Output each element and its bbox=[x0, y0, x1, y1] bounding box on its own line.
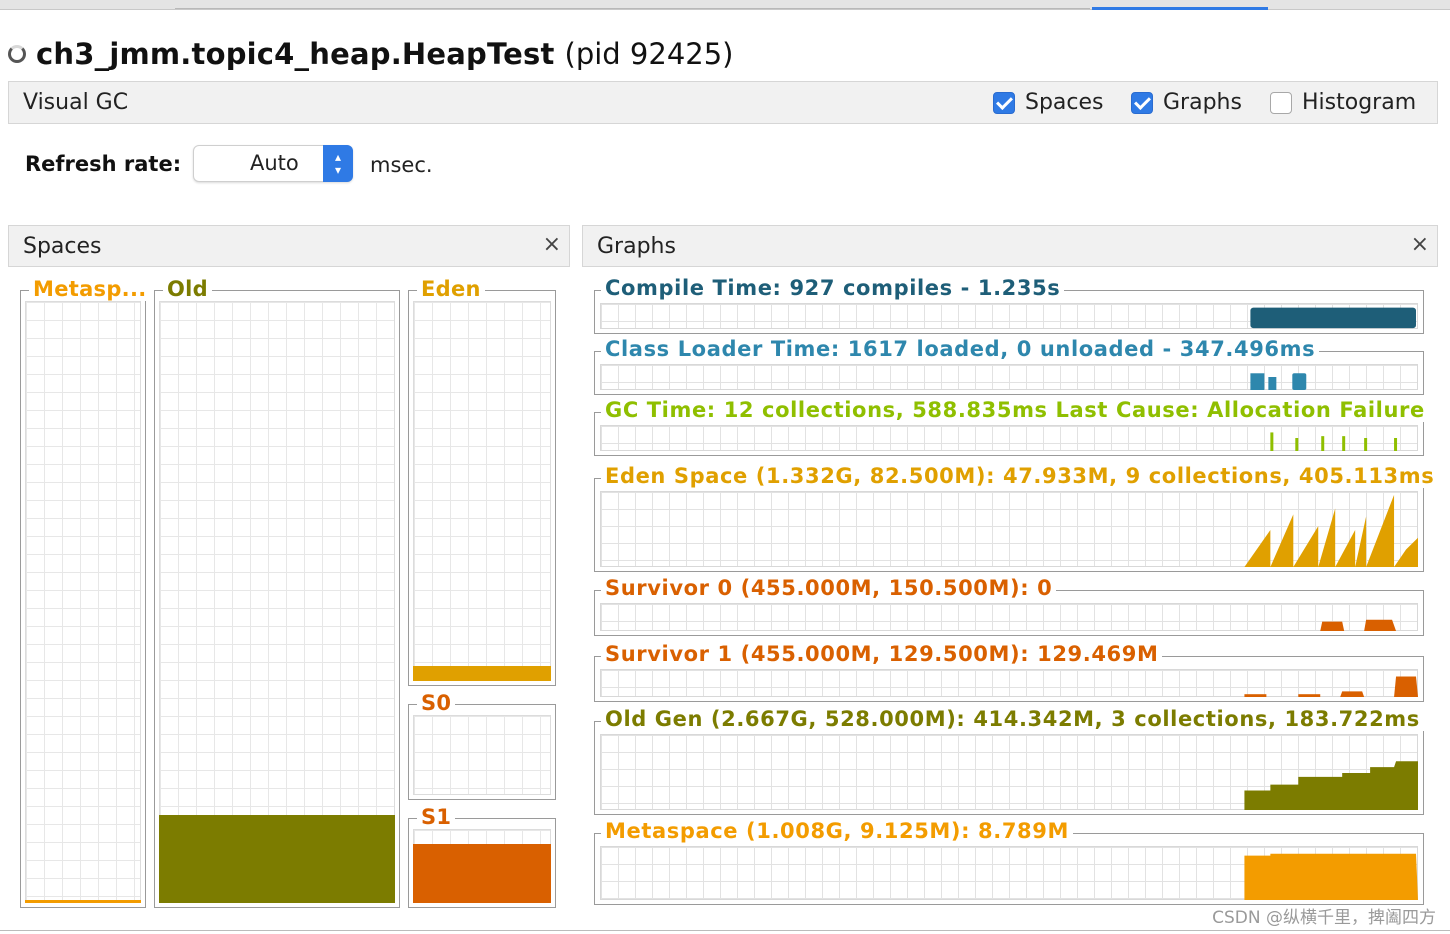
space-metaspace: Metasp... bbox=[20, 277, 151, 908]
classload-spike bbox=[1292, 373, 1307, 390]
graph-plot bbox=[1244, 494, 1418, 567]
checkbox-checked-icon[interactable] bbox=[993, 91, 1015, 114]
graphs-checkbox[interactable]: Graphs bbox=[1131, 90, 1242, 115]
metaspace-usage-area bbox=[1244, 853, 1418, 900]
histogram-checkbox-label: Histogram bbox=[1302, 90, 1417, 115]
graph-old-gen: Old Gen (2.667G, 528.000M): 414.342M, 3 … bbox=[594, 707, 1424, 815]
graph-plot bbox=[1320, 619, 1397, 631]
spaces-checkbox-label: Spaces bbox=[1025, 90, 1104, 115]
spaces-panel-title: Spaces bbox=[23, 234, 102, 259]
survivor0-usage-area bbox=[1320, 621, 1345, 631]
space-s1: S1 bbox=[408, 805, 556, 908]
histogram-checkbox[interactable]: Histogram bbox=[1270, 90, 1416, 115]
spaces-checkbox[interactable]: Spaces bbox=[993, 90, 1104, 115]
close-icon[interactable]: × bbox=[1411, 232, 1429, 257]
loading-spinner-icon bbox=[8, 45, 26, 63]
graph-label: Class Loader Time: 1617 loaded, 0 unload… bbox=[601, 337, 1320, 361]
graph-survivor-1: Survivor 1 (455.000M, 129.500M): 129.469… bbox=[594, 642, 1424, 702]
space-label: S1 bbox=[417, 805, 456, 829]
page-title: ch3_jmm.topic4_heap.HeapTest (pid 92425) bbox=[8, 34, 734, 74]
graph-plot bbox=[1270, 432, 1398, 451]
gc-spike bbox=[1364, 438, 1368, 451]
graph-label: Survivor 1 (455.000M, 129.500M): 129.469… bbox=[601, 642, 1163, 666]
space-label: Eden bbox=[417, 277, 485, 301]
space-label: Metasp... bbox=[29, 277, 151, 301]
gc-spike bbox=[1321, 436, 1325, 451]
visual-gc-toolbar: Visual GC Spaces Graphs Histogram bbox=[8, 81, 1438, 124]
space-fill bbox=[413, 844, 551, 903]
graph-plot bbox=[1244, 853, 1418, 900]
space-fill bbox=[413, 666, 551, 681]
graphs-panel-header: Graphs × bbox=[582, 225, 1438, 267]
gc-spike bbox=[1342, 436, 1346, 451]
space-grid bbox=[159, 301, 395, 903]
graph-plot bbox=[1250, 373, 1307, 390]
watermark-text: CSDN @纵横千里，捭阖四方 bbox=[1212, 908, 1436, 928]
old-gen-usage-area bbox=[1244, 761, 1418, 810]
space-s0: S0 bbox=[408, 691, 556, 800]
graphs-panel-title: Graphs bbox=[597, 234, 676, 259]
compile-activity-block bbox=[1250, 307, 1417, 329]
space-grid bbox=[25, 301, 141, 903]
graph-survivor-0: Survivor 0 (455.000M, 150.500M): 0 bbox=[594, 576, 1424, 636]
tab-divider bbox=[175, 8, 1090, 9]
toolbar-title: Visual GC bbox=[23, 90, 129, 115]
spaces-panel-header: Spaces × bbox=[8, 225, 570, 267]
space-label: S0 bbox=[417, 691, 456, 715]
space-old: Old bbox=[154, 277, 400, 908]
refresh-rate-select[interactable]: Auto ▴ ▾ bbox=[193, 145, 353, 182]
graphs-checkbox-label: Graphs bbox=[1163, 90, 1242, 115]
gc-spike bbox=[1394, 438, 1398, 451]
graph-metaspace: Metaspace (1.008G, 9.125M): 8.789M bbox=[594, 819, 1424, 905]
gc-spike bbox=[1295, 438, 1299, 451]
space-grid bbox=[413, 715, 551, 795]
refresh-rate-unit: msec. bbox=[370, 153, 433, 177]
refresh-rate-value: Auto bbox=[250, 151, 299, 175]
space-label: Old bbox=[163, 277, 212, 301]
checkbox-checked-icon[interactable] bbox=[1131, 91, 1153, 114]
checkbox-unchecked-icon[interactable] bbox=[1270, 91, 1292, 114]
survivor1-usage-bar bbox=[1298, 694, 1321, 697]
space-grid bbox=[413, 301, 551, 681]
graph-class-loader-time: Class Loader Time: 1617 loaded, 0 unload… bbox=[594, 337, 1424, 395]
graph-plot bbox=[1244, 676, 1418, 697]
graph-plot bbox=[1250, 307, 1417, 329]
close-icon[interactable]: × bbox=[543, 232, 561, 257]
graph-label: Old Gen (2.667G, 528.000M): 414.342M, 3 … bbox=[601, 707, 1424, 731]
space-fill bbox=[25, 900, 141, 903]
space-fill bbox=[159, 815, 395, 903]
graph-label: Eden Space (1.332G, 82.500M): 47.933M, 9… bbox=[601, 464, 1439, 488]
graph-gc-time: GC Time: 12 collections, 588.835ms Last … bbox=[594, 398, 1429, 456]
bottom-divider bbox=[0, 930, 1450, 931]
refresh-rate-label: Refresh rate: bbox=[25, 152, 182, 176]
survivor0-usage-area bbox=[1364, 619, 1397, 631]
classload-spike bbox=[1250, 373, 1265, 390]
graph-label: GC Time: 12 collections, 588.835ms Last … bbox=[601, 398, 1429, 422]
graph-compile-time: Compile Time: 927 compiles - 1.235s bbox=[594, 276, 1424, 334]
classload-spike bbox=[1268, 377, 1277, 390]
graph-label: Survivor 0 (455.000M, 150.500M): 0 bbox=[601, 576, 1057, 600]
select-stepper-icon[interactable]: ▴ ▾ bbox=[323, 145, 353, 182]
survivor1-usage-area bbox=[1394, 676, 1418, 697]
graph-label: Metaspace (1.008G, 9.125M): 8.789M bbox=[601, 819, 1073, 843]
active-tab-indicator bbox=[1092, 7, 1268, 10]
eden-usage-area bbox=[1244, 494, 1418, 567]
survivor1-usage-bar bbox=[1244, 694, 1267, 697]
graph-eden-space: Eden Space (1.332G, 82.500M): 47.933M, 9… bbox=[594, 464, 1439, 572]
window-tab-strip bbox=[0, 0, 1450, 10]
process-id: (pid 92425) bbox=[564, 37, 734, 71]
space-eden: Eden bbox=[408, 277, 556, 686]
graph-label: Compile Time: 927 compiles - 1.235s bbox=[601, 276, 1065, 300]
gc-spike bbox=[1270, 432, 1274, 451]
survivor1-usage-area bbox=[1340, 691, 1365, 697]
graph-plot bbox=[1244, 761, 1418, 810]
application-name: ch3_jmm.topic4_heap.HeapTest bbox=[36, 37, 555, 71]
